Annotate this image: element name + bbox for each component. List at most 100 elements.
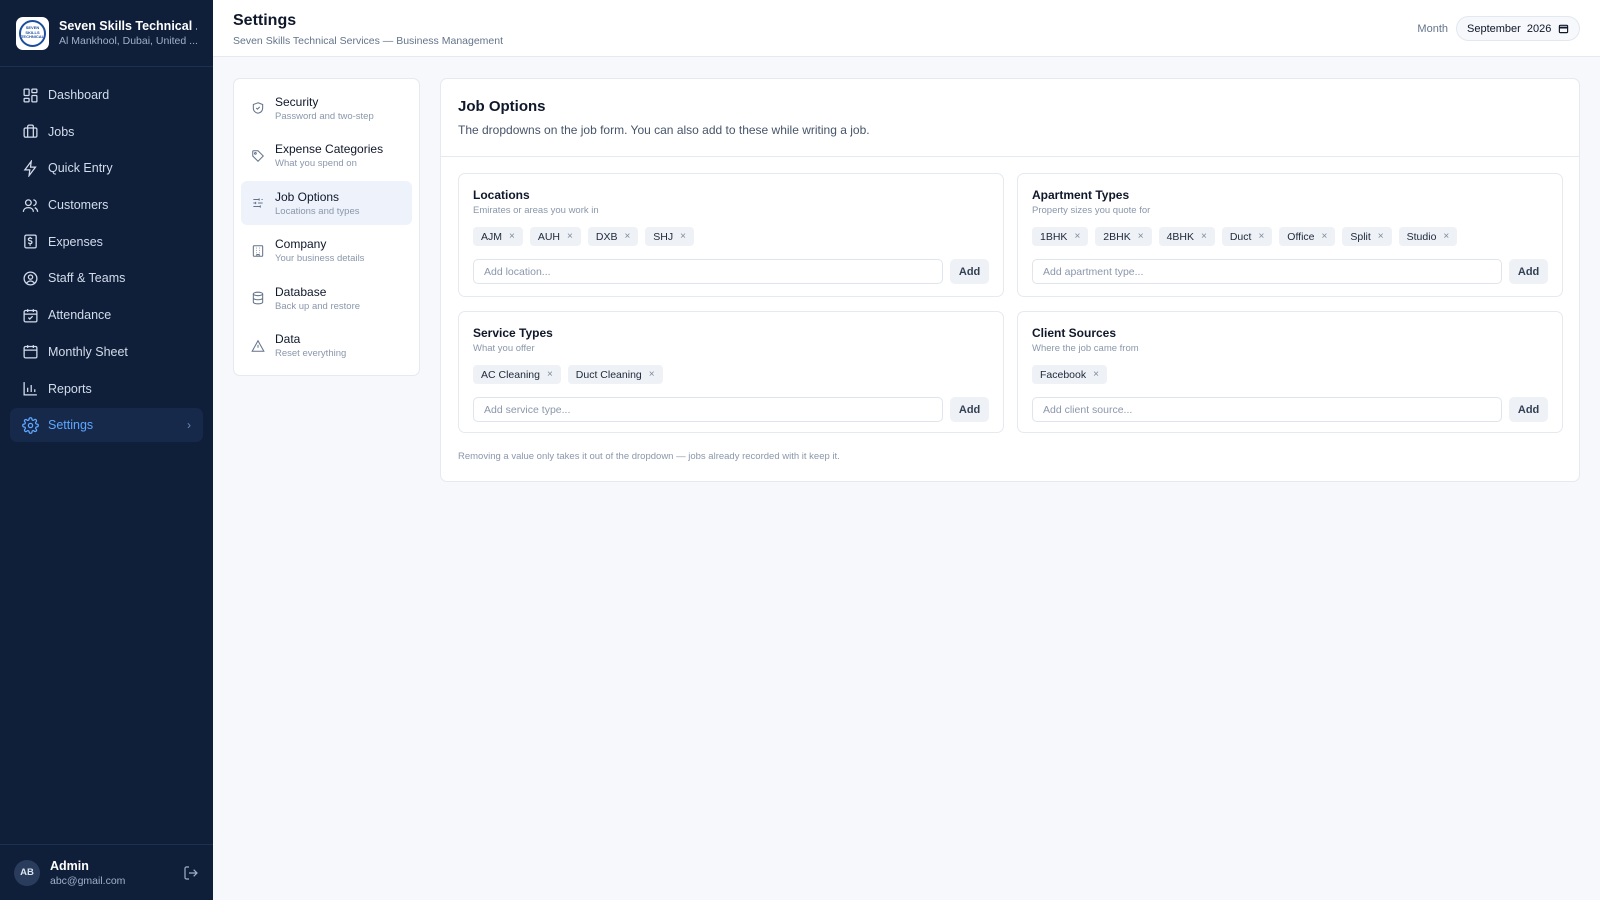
remove-icon[interactable]: ×	[1258, 231, 1264, 242]
chip: AJM ×	[473, 227, 523, 246]
chip-label: Duct Cleaning	[575, 368, 642, 381]
bar-chart-icon	[23, 382, 37, 396]
add-client-source-button[interactable]: Add	[1509, 397, 1548, 422]
settings-nav-desc: Your business details	[275, 253, 365, 264]
chip: 1BHK ×	[1032, 227, 1089, 246]
shield-icon	[252, 102, 264, 114]
nav-item-settings[interactable]: Settings ›	[10, 408, 203, 443]
chip: AUH ×	[529, 227, 581, 246]
chip-label: DXB	[595, 230, 618, 243]
nav-item-dashboard[interactable]: Dashboard	[10, 78, 203, 112]
settings-nav-desc: Locations and types	[275, 205, 360, 217]
remove-icon[interactable]: ×	[649, 369, 655, 380]
card-title: Service Types	[473, 326, 553, 340]
briefcase-icon	[23, 124, 38, 138]
chip-list: AC Cleaning × Duct Cleaning ×	[473, 365, 989, 384]
settings-nav-company[interactable]: Company Your business details	[241, 229, 412, 273]
chip: Duct ×	[1221, 227, 1273, 246]
remove-icon[interactable]: ×	[509, 231, 515, 242]
settings-nav-expense-categories[interactable]: Expense Categories What you spend on	[241, 134, 412, 178]
brand: SEVEN SKILLS TECHNICAL Seven Skills Tech…	[0, 0, 213, 67]
chip-list: AJM × AUH × DXB × SHJ ×	[473, 227, 989, 246]
chevron-right-icon: ›	[187, 418, 191, 433]
settings-nav-label: Expense Categories	[275, 142, 384, 156]
remove-icon[interactable]: ×	[1074, 231, 1080, 242]
nav-item-staff-teams[interactable]: Staff & Teams	[10, 261, 203, 295]
remove-icon[interactable]: ×	[1138, 231, 1144, 242]
calendar-check-icon	[23, 308, 38, 323]
nav-label: Dashboard	[48, 88, 110, 102]
chip: DXB ×	[587, 227, 639, 246]
settings-nav-database[interactable]: Database Back up and restore	[241, 276, 412, 320]
nav-item-attendance[interactable]: Attendance	[10, 298, 203, 332]
remove-icon[interactable]: ×	[1201, 231, 1207, 242]
settings-nav-label: Company	[275, 237, 327, 251]
nav-item-reports[interactable]: Reports	[10, 372, 203, 406]
settings-nav-label: Data	[275, 332, 301, 346]
remove-icon[interactable]: ×	[567, 231, 573, 242]
settings-nav-desc: Reset everything	[275, 348, 347, 359]
nav-item-monthly-sheet[interactable]: Monthly Sheet	[10, 335, 203, 369]
panel-title: Job Options	[458, 98, 546, 115]
users-icon	[22, 198, 39, 212]
remove-icon[interactable]: ×	[1093, 369, 1099, 380]
chip: AC Cleaning ×	[473, 365, 561, 384]
job-options-panel: Job Options The dropdowns on the job for…	[440, 78, 1580, 482]
chip-label: Facebook	[1040, 368, 1087, 381]
nav-label: Quick Entry	[48, 161, 113, 176]
nav-item-jobs[interactable]: Jobs	[10, 115, 203, 149]
settings-nav-label: Security	[275, 94, 319, 109]
month-label: Month	[1417, 22, 1448, 35]
company-name: Seven Skills Technical ...	[59, 19, 197, 33]
add-service-type-input[interactable]	[473, 397, 944, 422]
nav-item-expenses[interactable]: Expenses	[10, 225, 203, 259]
chip-label: AUH	[537, 230, 561, 243]
calendar-icon	[23, 345, 38, 359]
add-apartment-type-input[interactable]	[1032, 259, 1503, 284]
settings-nav-security[interactable]: Security Password and two-step	[241, 86, 412, 130]
calendar-icon[interactable]	[1558, 23, 1569, 34]
remove-icon[interactable]: ×	[1322, 231, 1328, 242]
settings-nav-data[interactable]: Data Reset everything	[241, 324, 412, 368]
nav-label: Jobs	[48, 124, 75, 139]
add-location-input[interactable]	[473, 259, 944, 284]
chip-label: 4BHK	[1166, 230, 1194, 243]
nav-label: Customers	[48, 198, 109, 213]
card-title: Apartment Types	[1032, 188, 1130, 202]
remove-icon[interactable]: ×	[547, 369, 553, 380]
add-client-source-input[interactable]	[1032, 397, 1503, 422]
receipt-icon	[24, 234, 37, 249]
card-description: Property sizes you quote for	[1032, 205, 1151, 216]
month-value: September 2026	[1467, 22, 1552, 35]
add-apartment-type-button[interactable]: Add	[1509, 259, 1548, 284]
main-nav: Dashboard Jobs Quick Entry Customers Exp…	[0, 67, 213, 443]
company-address: Al Mankhool, Dubai, United ...	[59, 35, 197, 47]
user-profile: AB Admin abc@gmail.com	[0, 844, 213, 900]
client-sources-card: Client Sources Where the job came from F…	[1017, 311, 1563, 433]
chip: Duct Cleaning ×	[567, 365, 663, 384]
database-icon	[252, 291, 264, 305]
chip-label: 2BHK	[1103, 230, 1131, 243]
nav-label: Reports	[48, 381, 92, 396]
nav-item-quick-entry[interactable]: Quick Entry	[10, 151, 203, 185]
remove-icon[interactable]: ×	[1378, 231, 1384, 242]
gear-icon	[22, 416, 39, 434]
dashboard-icon	[23, 87, 38, 103]
nav-label: Attendance	[48, 308, 112, 323]
settings-nav-label: Database	[275, 284, 327, 299]
nav-item-customers[interactable]: Customers	[10, 188, 203, 222]
building-icon	[252, 244, 264, 257]
logout-icon[interactable]	[183, 865, 199, 881]
month-input[interactable]: September 2026	[1456, 16, 1580, 41]
settings-nav-job-options[interactable]: Job Options Locations and types	[241, 181, 412, 225]
add-service-type-button[interactable]: Add	[950, 397, 989, 422]
user-email: abc@gmail.com	[50, 874, 126, 887]
chip-label: Duct	[1229, 230, 1252, 243]
add-location-button[interactable]: Add	[950, 259, 989, 284]
avatar: AB	[14, 859, 40, 886]
settings-nav-desc: Back up and restore	[275, 300, 361, 312]
remove-icon[interactable]: ×	[680, 231, 686, 242]
remove-icon[interactable]: ×	[624, 231, 630, 242]
remove-icon[interactable]: ×	[1443, 231, 1449, 242]
nav-label: Monthly Sheet	[48, 344, 128, 359]
